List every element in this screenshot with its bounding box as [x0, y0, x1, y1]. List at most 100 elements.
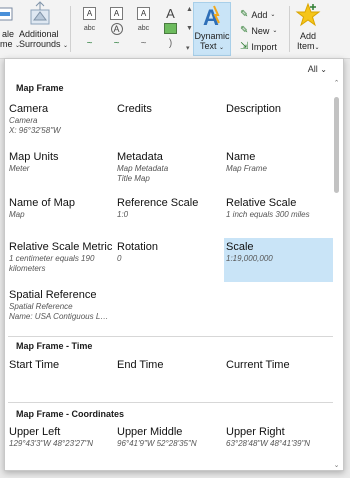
item-title: Map Units	[9, 151, 59, 163]
item-reference-scale[interactable]: Reference Scale 1:0	[115, 194, 224, 240]
gallery-content: Map Frame Camera Camera X: 96°32'58"W Cr…	[5, 79, 333, 452]
scroll-up-icon[interactable]: ⌃	[332, 79, 341, 87]
item-sub: kilometers	[9, 264, 46, 273]
text-gallery[interactable]: A A A A abc A abc ~ ~ ~ )	[76, 6, 184, 52]
item-scale[interactable]: Scale 1:19,000,000	[224, 238, 333, 282]
item-upper-left[interactable]: Upper Left 129°43'3"W 48°23'27"N	[7, 423, 115, 452]
item-title: Camera	[9, 103, 49, 115]
item-title: Upper Middle	[117, 426, 183, 438]
item-title: Name of Map	[9, 197, 76, 209]
scrollbar-thumb[interactable]	[334, 97, 339, 193]
map-frame-grid: Camera Camera X: 96°32'58"W Credits Desc…	[5, 100, 333, 332]
add-style-button[interactable]: ✎ Add ⌄	[240, 8, 277, 21]
empty-cell	[115, 286, 224, 332]
item-end-time[interactable]: End Time	[115, 356, 224, 402]
item-sub: Name: USA Contiguous La...	[9, 312, 111, 321]
ribbon: ale me ⌄ Additional Surrounds ⌄ A A A A …	[0, 0, 350, 59]
gallery-item-picture-text[interactable]	[157, 21, 184, 36]
text-label: Text ⌄	[199, 41, 225, 51]
item-metadata[interactable]: Metadata Map Metadata Title Map	[115, 148, 224, 194]
vertical-scrollbar[interactable]: ⌃ ⌄	[332, 79, 341, 469]
item-spatial-reference[interactable]: Spatial Reference Spatial Reference Name…	[7, 286, 115, 332]
item-title: Scale	[226, 241, 254, 253]
item-description[interactable]: Description	[224, 100, 333, 148]
item-current-time[interactable]: Current Time	[224, 356, 333, 402]
gallery-item-curved-text[interactable]: ~	[76, 36, 103, 51]
gallery-item-splined-text-2[interactable]: ~	[103, 36, 130, 51]
item-sub: 1 inch equals 300 miles	[226, 210, 310, 219]
item-sub: 63°28'48"W 48°41'39"N	[226, 439, 311, 448]
additional-surrounds-button[interactable]: Additional Surrounds ⌄	[15, 0, 68, 49]
ribbon-separator	[70, 6, 71, 52]
gallery-item-arc-text[interactable]: )	[157, 36, 184, 51]
picture-icon	[164, 23, 177, 34]
item-relative-scale[interactable]: Relative Scale 1 inch equals 300 miles	[224, 194, 333, 240]
chevron-down-icon: ⌄	[63, 43, 69, 49]
item-title: Relative Scale	[226, 197, 297, 209]
new-style-button[interactable]: ✎ New ⌄	[240, 24, 277, 37]
gallery-item-rect-text[interactable]: A	[103, 6, 130, 21]
dynamic-text-button[interactable]: A Dynamic Text ⌄	[193, 2, 231, 56]
gallery-item-dynamic-text[interactable]: abc	[76, 21, 103, 36]
chevron-down-icon: ⌄	[314, 45, 320, 51]
section-divider	[8, 402, 333, 403]
item-title: Description	[226, 103, 282, 115]
style-buttons: ✎ Add ⌄ ✎ New ⌄ ⇲ Import	[240, 8, 277, 53]
filter-value: All	[307, 64, 318, 74]
item-rotation[interactable]: Rotation 0	[115, 238, 224, 286]
item-sub: 96°41'9"W 52°28'35"N	[117, 439, 197, 448]
item-title: Start Time	[9, 359, 60, 371]
chevron-down-icon: ⌄	[272, 28, 278, 34]
gallery-item-callout-text[interactable]: abc	[130, 21, 157, 36]
item-label: Item⌄	[297, 41, 320, 51]
item-name-of-map[interactable]: Name of Map Map	[7, 194, 115, 240]
gallery-item-straight-text[interactable]: A	[76, 6, 103, 21]
item-sub: Camera	[9, 116, 38, 125]
item-title: End Time	[117, 359, 164, 371]
item-start-time[interactable]: Start Time	[7, 356, 115, 402]
dynamic-text-gallery-popup: All ⌄ ⌃ ⌄ Map Frame Camera Camera X: 96°…	[4, 58, 344, 471]
item-title: Relative Scale Metric	[9, 241, 113, 253]
item-sub: Meter	[9, 164, 30, 173]
item-map-units[interactable]: Map Units Meter	[7, 148, 115, 194]
gallery-item-plain-text[interactable]: A	[157, 6, 184, 21]
dynamic-label: Dynamic	[194, 31, 230, 41]
gallery-item-splined-text[interactable]: A	[130, 6, 157, 21]
section-header-map-frame: Map Frame	[16, 83, 64, 93]
gallery-item-wave-text[interactable]: ~	[130, 36, 157, 51]
import-style-button[interactable]: ⇲ Import	[240, 40, 277, 53]
gallery-item-circle-text[interactable]: A	[103, 21, 130, 36]
chevron-down-icon: ⌄	[320, 65, 327, 74]
item-sub: Map Frame	[226, 164, 267, 173]
add-item-button[interactable]: Add Item⌄	[293, 0, 323, 51]
item-sub: X: 96°32'58"W	[9, 126, 61, 135]
scale-bar-label-2: me ⌄	[0, 39, 21, 49]
section-header-time: Map Frame - Time	[16, 341, 93, 351]
item-sub: Map Metadata	[117, 164, 169, 173]
new-label: New	[251, 25, 270, 36]
item-upper-middle[interactable]: Upper Middle 96°41'9"W 52°28'35"N	[115, 423, 224, 452]
item-upper-right[interactable]: Upper Right 63°28'48"W 48°41'39"N	[224, 423, 333, 452]
import-icon: ⇲	[240, 41, 249, 52]
item-credits[interactable]: Credits	[115, 100, 224, 148]
scroll-down-icon[interactable]: ⌄	[332, 461, 341, 469]
scale-bar-icon	[0, 7, 13, 21]
add-style-icon: ✎	[240, 9, 249, 20]
add-item-label: Add	[300, 31, 317, 41]
filter-dropdown[interactable]: All ⌄	[308, 64, 327, 74]
star-icon	[295, 2, 321, 27]
item-sub: 129°43'3"W 48°23'27"N	[9, 439, 94, 448]
item-sub: Map	[9, 210, 25, 219]
item-title: Metadata	[117, 151, 163, 163]
ribbon-separator	[289, 6, 290, 52]
scale-bar-button[interactable]: ale me ⌄	[0, 0, 20, 49]
item-title: Upper Left	[9, 426, 61, 438]
additional-label: Additional	[19, 29, 59, 39]
item-camera[interactable]: Camera Camera X: 96°32'58"W	[7, 100, 115, 148]
import-label: Import	[251, 41, 277, 52]
item-title: Current Time	[226, 359, 290, 371]
surrounds-label: Surrounds ⌄	[19, 39, 69, 49]
item-sub: 1:0	[117, 210, 129, 219]
item-relative-scale-metric[interactable]: Relative Scale Metric 1 centimeter equal…	[7, 238, 115, 286]
item-name[interactable]: Name Map Frame	[224, 148, 333, 194]
